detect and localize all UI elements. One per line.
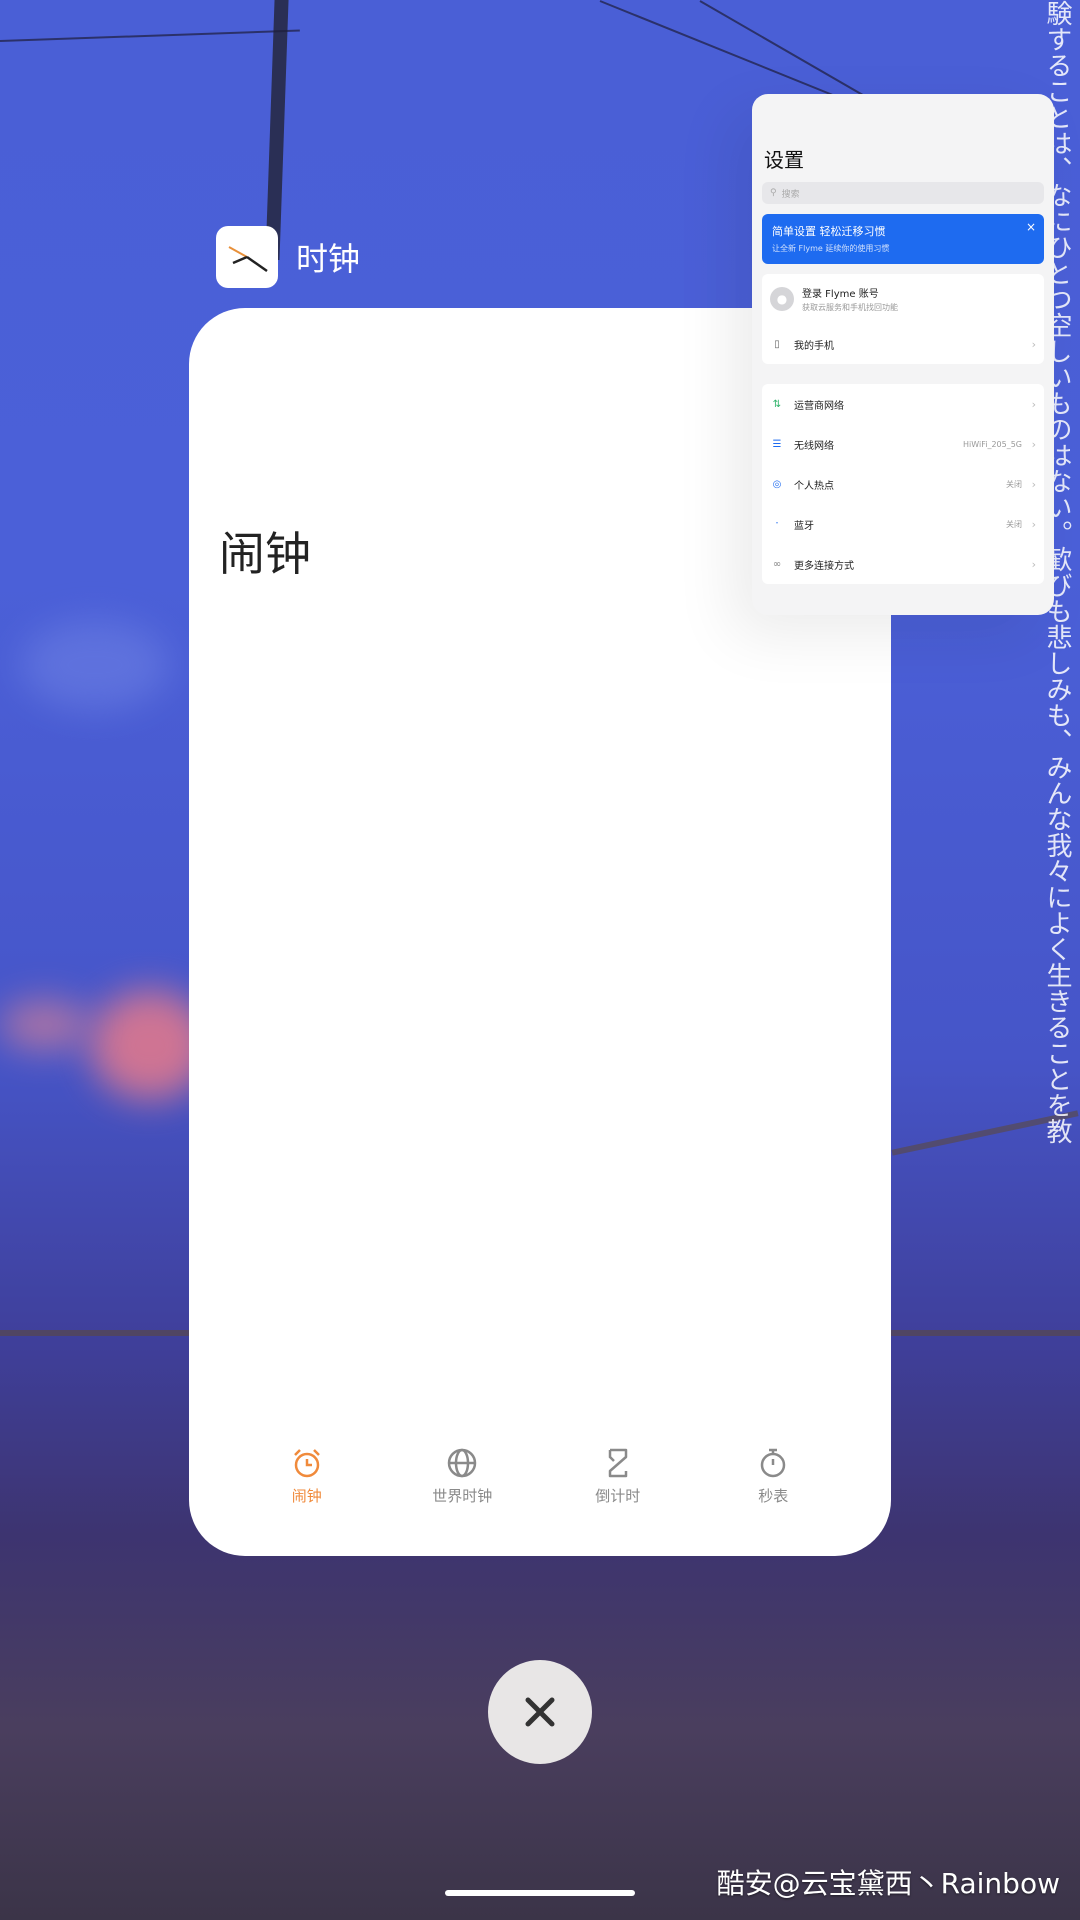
tab-stopwatch[interactable]: 秒表 [708, 1447, 838, 1506]
row-label: 更多连接方式 [794, 560, 854, 572]
tab-label: 闹钟 [291, 1487, 322, 1505]
account-desc: 获取云服务和手机找回功能 [802, 303, 898, 312]
stopwatch-icon [761, 1448, 786, 1478]
banner-subtitle: 让全新 Flyme 延续你的使用习惯 [772, 244, 890, 253]
banner-title: 简单设置 轻松迁移习惯 [772, 225, 886, 238]
chevron-right-icon: › [1031, 397, 1036, 411]
row-value: 关闭 [1006, 479, 1022, 489]
tab-countdown[interactable]: 倒计时 [553, 1447, 683, 1506]
tab-label: 秒表 [758, 1487, 789, 1505]
alarm-icon [293, 1449, 320, 1478]
chevron-right-icon: › [1031, 557, 1036, 571]
cloud [20, 620, 170, 710]
tab-world-clock[interactable]: 世界时钟 [397, 1447, 527, 1506]
home-indicator[interactable] [445, 1890, 635, 1896]
link-icon: ∞ [772, 558, 782, 570]
page-title: 闹钟 [219, 527, 311, 581]
watermark: 酷安@云宝黛西丶Rainbow [716, 1867, 1060, 1900]
settings-row-more-connections[interactable]: ∞ 更多连接方式 › [762, 544, 1044, 584]
app-name: 时钟 [296, 240, 361, 278]
hourglass-icon [608, 1448, 627, 1478]
settings-app-card[interactable]: 设置 ⚲ 搜索 简单设置 轻松迁移习惯 让全新 Flyme 延续你的使用习惯 ×… [752, 94, 1054, 615]
avatar: ● [770, 287, 794, 311]
bluetooth-icon: ᛫ [774, 518, 780, 530]
signal-icon: ⇅ [772, 398, 782, 410]
my-phone-row[interactable]: ▯ 我的手机 › [762, 324, 1044, 364]
row-value: 关闭 [1006, 519, 1022, 529]
close-icon [525, 1697, 555, 1727]
recent-app-header[interactable]: 时钟 [216, 226, 360, 288]
settings-row-hotspot[interactable]: ◎ 个人热点 关闭 › [762, 464, 1044, 504]
row-label: 蓝牙 [794, 520, 814, 532]
account-row[interactable]: ● 登录 Flyme 账号 获取云服务和手机找回功能 [762, 274, 1044, 324]
settings-row-bluetooth[interactable]: ᛫ 蓝牙 关闭 › [762, 504, 1044, 544]
clear-all-button[interactable] [488, 1660, 592, 1764]
settings-title: 设置 [764, 148, 804, 172]
search-icon: ⚲ [770, 188, 777, 198]
settings-row-carrier[interactable]: ⇅ 运营商网络 › [762, 384, 1044, 424]
bottom-nav: 闹钟 世界时钟 倒计时 秒表 [189, 1447, 891, 1506]
chevron-right-icon: › [1031, 477, 1036, 491]
chevron-right-icon: › [1031, 437, 1036, 451]
row-label: 个人热点 [794, 480, 834, 492]
account-name: 登录 Flyme 账号 [802, 289, 879, 300]
search-placeholder: 搜索 [781, 189, 800, 200]
phone-icon: ▯ [774, 338, 780, 350]
utility-pole [265, 0, 289, 260]
row-label: 无线网络 [794, 440, 834, 452]
connections-group: ⇅ 运营商网络 › ☰ 无线网络 HiWiFi_205_5G › ◎ 个人热点 … [762, 384, 1044, 584]
my-phone-label: 我的手机 [794, 340, 834, 352]
close-icon[interactable]: × [1026, 220, 1036, 234]
settings-row-wifi[interactable]: ☰ 无线网络 HiWiFi_205_5G › [762, 424, 1044, 464]
row-value: HiWiFi_205_5G [963, 439, 1022, 449]
globe-icon [448, 1448, 477, 1478]
hotspot-icon: ◎ [772, 478, 782, 490]
tab-alarm[interactable]: 闹钟 [242, 1447, 372, 1506]
chevron-right-icon: › [1031, 517, 1036, 531]
settings-search[interactable]: ⚲ 搜索 [762, 182, 1044, 204]
power-line [0, 29, 300, 42]
cloud [0, 1000, 90, 1050]
wifi-icon: ☰ [772, 438, 782, 450]
chevron-right-icon: › [1031, 337, 1036, 351]
clock-app-icon[interactable] [216, 226, 278, 288]
migration-banner[interactable]: 简单设置 轻松迁移习惯 让全新 Flyme 延续你的使用习惯 × [762, 214, 1044, 264]
account-group: ● 登录 Flyme 账号 获取云服务和手机找回功能 ▯ 我的手机 › [762, 274, 1044, 364]
tab-label: 倒计时 [595, 1487, 641, 1505]
row-label: 运营商网络 [794, 400, 844, 412]
tab-label: 世界时钟 [432, 1487, 493, 1505]
